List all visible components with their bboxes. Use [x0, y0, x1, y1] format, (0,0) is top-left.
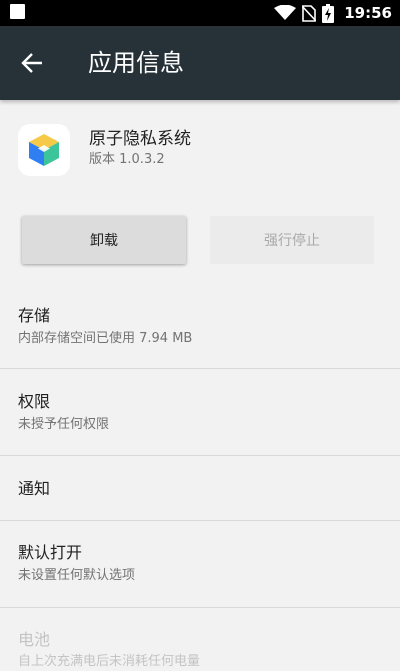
status-bar: 19:56	[0, 0, 400, 26]
force-stop-button[interactable]: 强行停止	[210, 216, 374, 264]
permissions-section[interactable]: 权限 未授予任何权限	[0, 369, 400, 455]
storage-title: 存储	[18, 306, 51, 325]
notifications-title: 通知	[18, 479, 51, 498]
status-icons: 19:56	[274, 0, 392, 26]
wifi-icon	[274, 5, 297, 20]
storage-summary: 内部存储空间已使用 7.94 MB	[18, 331, 193, 346]
app-bar: 应用信息	[0, 26, 400, 100]
notification-icon	[10, 4, 25, 19]
storage-section[interactable]: 存储 内部存储空间已使用 7.94 MB	[0, 282, 400, 368]
open-by-default-summary: 未设置任何默认选项	[18, 568, 136, 583]
no-sim-icon	[302, 4, 317, 22]
status-time: 19:56	[344, 4, 392, 22]
uninstall-button[interactable]: 卸载	[22, 216, 186, 264]
app-header: 原子隐私系统 版本 1.0.3.2	[0, 100, 400, 200]
back-button[interactable]	[10, 43, 54, 83]
open-by-default-title: 默认打开	[18, 543, 83, 562]
battery-section[interactable]: 电池 自上次充满电后未消耗任何电量	[0, 608, 400, 669]
battery-charging-icon	[322, 3, 335, 23]
app-cube-icon	[18, 124, 70, 176]
permissions-summary: 未授予任何权限	[18, 417, 110, 432]
page-title: 应用信息	[88, 49, 184, 77]
permissions-title: 权限	[18, 392, 51, 411]
battery-title: 电池	[18, 630, 51, 649]
app-name: 原子隐私系统	[89, 129, 191, 149]
battery-summary: 自上次充满电后未消耗任何电量	[18, 654, 201, 669]
arrow-back-icon	[21, 53, 42, 73]
app-version: 版本 1.0.3.2	[89, 152, 165, 167]
open-by-default-section[interactable]: 默认打开 未设置任何默认选项	[0, 521, 400, 607]
notifications-section[interactable]: 通知	[0, 456, 400, 520]
